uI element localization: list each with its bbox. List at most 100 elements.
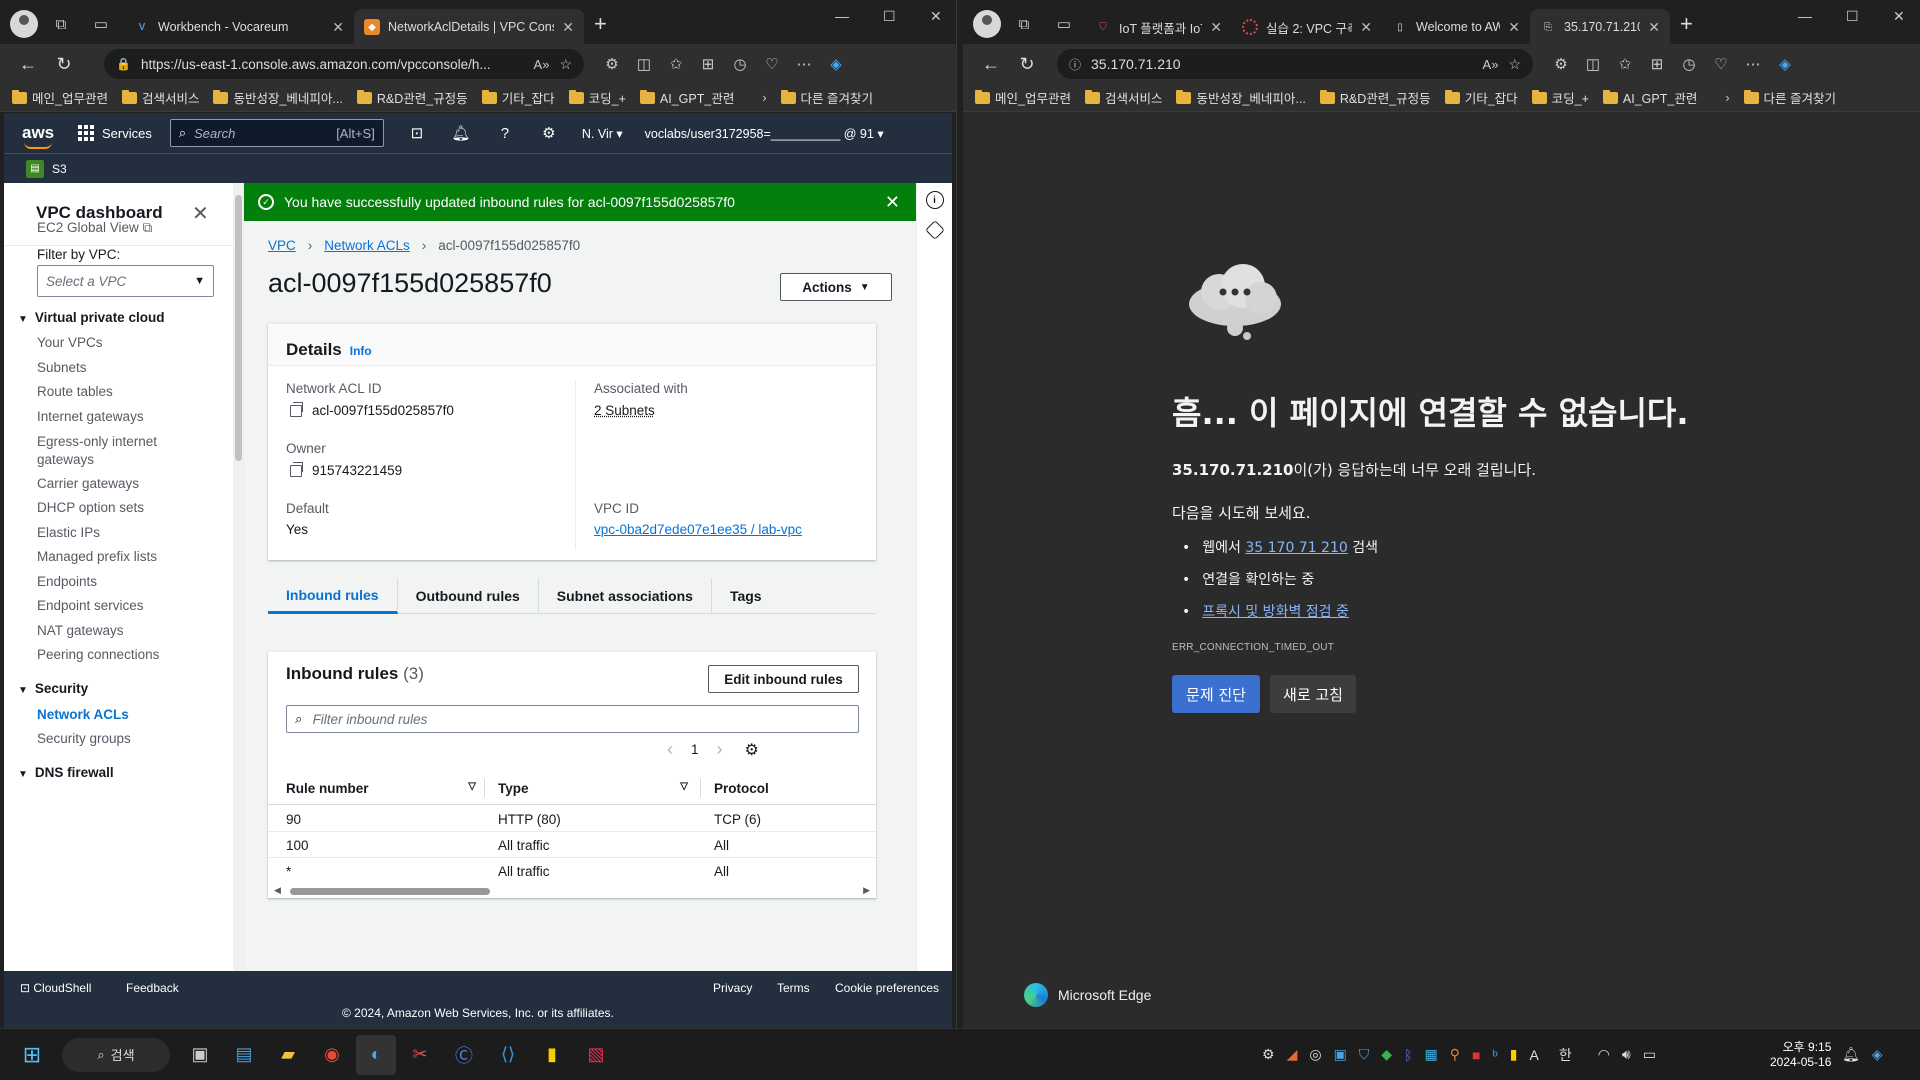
back-icon[interactable]: ← (973, 54, 1009, 75)
section-dns-firewall[interactable]: DNS firewall (18, 765, 114, 780)
tab-tags[interactable]: Tags (712, 578, 780, 614)
actions-button[interactable]: Actions ▼ (780, 273, 892, 301)
notepad-icon[interactable]: ▤ (224, 1035, 264, 1075)
tray-app-icon[interactable]: ▮ (1510, 1046, 1518, 1063)
tray-app-icon[interactable]: ◎ (1309, 1046, 1321, 1063)
proxy-firewall-link[interactable]: 프록시 및 방화벽 점검 중 (1202, 604, 1349, 620)
close-tab-icon[interactable]: ✕ (332, 19, 344, 36)
aws-search-input[interactable]: ⌕ Search [Alt+S] (169, 119, 384, 147)
scrollbar-thumb[interactable] (290, 888, 490, 895)
info-circle-icon[interactable]: ⓘ (1069, 56, 1081, 73)
previous-page-icon[interactable]: ‹ (667, 739, 673, 760)
tray-app-icon[interactable]: ᵇ (1492, 1047, 1497, 1063)
sidebar-item-nat-gateways[interactable]: NAT gateways (37, 623, 124, 638)
sidebar-item-security-groups[interactable]: Security groups (37, 731, 131, 746)
address-bar[interactable]: 🔒 https://us-east-1.console.aws.amazon.c… (104, 49, 584, 79)
sidenav-scrollbar[interactable] (233, 183, 243, 971)
bookmark-folder[interactable]: 동반성장_베네피아... (1176, 88, 1306, 107)
tutorial-icon[interactable] (924, 220, 945, 240)
bookmarks-overflow-chevron-icon[interactable]: › (762, 91, 766, 105)
bluetooth-icon[interactable]: ᛒ (1404, 1047, 1412, 1063)
info-panel-icon[interactable]: i (925, 191, 944, 209)
bookmark-folder[interactable]: 코딩_+ (1531, 88, 1589, 107)
bookmarks-overflow-chevron-icon[interactable]: › (1725, 91, 1729, 105)
cloudshell-link[interactable]: ⊡ CloudShell (20, 981, 91, 995)
region-selector[interactable]: N. Vir ▾ (582, 126, 623, 141)
split-screen-icon[interactable]: ◫ (628, 55, 660, 73)
workspaces-icon[interactable]: ⧉ (1007, 7, 1041, 41)
other-favorites-folder[interactable]: 다른 즐겨찾기 (1743, 88, 1836, 107)
sidebar-item-network-acls[interactable]: Network ACLs (37, 707, 129, 722)
task-view-icon[interactable]: ▣ (180, 1035, 220, 1075)
horizontal-scrollbar[interactable]: ◀ ▶ (268, 885, 876, 897)
tray-app-icon[interactable]: ⚲ (1450, 1046, 1460, 1063)
chrome-icon[interactable]: ◉ (312, 1035, 352, 1075)
table-settings-gear-icon[interactable]: ⚙ (745, 740, 759, 760)
favorite-star-icon[interactable]: ☆ (559, 56, 572, 73)
favorites-icon[interactable]: ✩ (1609, 55, 1641, 73)
page-number[interactable]: 1 (691, 742, 699, 757)
favorites-icon[interactable]: ✩ (660, 55, 692, 73)
tab-vpc-lab[interactable]: 실습 2: VPC 구축 ✕ (1232, 9, 1382, 45)
sidebar-item-route-tables[interactable]: Route tables (37, 384, 113, 399)
wifi-icon[interactable]: ◠ (1598, 1046, 1610, 1063)
diagnose-button[interactable]: 문제 진단 (1172, 675, 1260, 713)
windows-start-icon[interactable]: ⊞ (12, 1035, 52, 1075)
sidebar-item-carrier-gateways[interactable]: Carrier gateways (37, 476, 139, 491)
copilot-icon[interactable]: ◈ (820, 55, 852, 73)
profile-avatar[interactable] (973, 10, 1001, 38)
services-menu[interactable]: Services (78, 125, 152, 141)
breadcrumb-network-acls-link[interactable]: Network ACLs (324, 238, 410, 253)
more-menu-icon[interactable]: ⋯ (788, 55, 820, 73)
copilot-taskbar-icon[interactable]: ◈ (1872, 1046, 1883, 1063)
close-tab-icon[interactable]: ✕ (1210, 19, 1222, 36)
minimize-button[interactable]: — (835, 8, 849, 24)
column-type[interactable]: Type ▽ (498, 781, 688, 796)
minimize-button[interactable]: — (1798, 8, 1812, 24)
copilot-icon[interactable]: ◈ (1769, 55, 1801, 73)
new-tab-button[interactable]: + (594, 11, 607, 37)
close-window-button[interactable]: ✕ (930, 8, 942, 25)
info-link[interactable]: Info (350, 344, 372, 358)
other-favorites-folder[interactable]: 다른 즐겨찾기 (780, 88, 873, 107)
app-c-icon[interactable]: Ⓒ (444, 1035, 484, 1075)
close-window-button[interactable]: ✕ (1893, 8, 1905, 25)
performance-icon[interactable]: ♡ (756, 55, 788, 73)
dismiss-close-icon[interactable]: ✕ (885, 192, 900, 213)
notification-bell-icon[interactable]: 🔔︎ (1842, 1046, 1860, 1063)
refresh-icon[interactable]: ↻ (1009, 54, 1045, 75)
tray-app-icon[interactable]: ⛉ (1359, 1046, 1370, 1063)
tab-actions-icon[interactable]: ▭ (1047, 7, 1081, 41)
battery-icon[interactable]: ▭ (1643, 1046, 1656, 1063)
bookmark-folder[interactable]: 메인_업무관련 (975, 88, 1071, 107)
file-explorer-icon[interactable]: ▰ (268, 1035, 308, 1075)
edit-inbound-rules-button[interactable]: Edit inbound rules (708, 665, 859, 693)
associated-subnets-link[interactable]: 2 Subnets (594, 403, 655, 418)
bookmark-folder[interactable]: AI_GPT_관련 (1602, 88, 1697, 107)
maximize-button[interactable]: ☐ (1846, 8, 1859, 25)
edge-taskbar-icon[interactable]: ◐ (356, 1034, 396, 1075)
taskbar-clock[interactable]: 오후 9:15 2024-05-16 (1770, 1040, 1831, 1070)
split-screen-icon[interactable]: ◫ (1577, 55, 1609, 73)
sidebar-item-managed-prefix-lists[interactable]: Managed prefix lists (37, 549, 157, 564)
tray-app-icon[interactable]: ⚙ (1262, 1046, 1275, 1063)
aws-logo[interactable]: aws (22, 123, 58, 149)
close-icon[interactable]: ✕ (192, 201, 209, 226)
close-tab-icon[interactable]: ✕ (1648, 19, 1660, 36)
tray-app-icon[interactable]: ▦ (1424, 1046, 1437, 1063)
workspaces-icon[interactable]: ⧉ (44, 7, 78, 41)
s3-favorite-label[interactable]: S3 (52, 162, 67, 176)
history-icon[interactable]: ◷ (1673, 55, 1705, 73)
sidebar-item-egress-only-gateways[interactable]: Egress-only internet gateways (37, 433, 177, 469)
vpc-id-link[interactable]: vpc-0ba2d7ede07e1ee35 / lab-vpc (594, 522, 802, 537)
account-menu[interactable]: voclabs/user3172958=__________ @ 91 ▾ (645, 126, 884, 141)
read-aloud-icon[interactable]: A» (534, 57, 550, 72)
column-rule-number[interactable]: Rule number ▽ (286, 781, 476, 796)
column-protocol[interactable]: Protocol (714, 781, 769, 796)
app-red-icon[interactable]: ▧ (576, 1035, 616, 1075)
maximize-button[interactable]: ☐ (883, 8, 896, 25)
sidebar-item-endpoints[interactable]: Endpoints (37, 574, 97, 589)
kakaotalk-icon[interactable]: ▮ (532, 1035, 572, 1075)
bookmark-folder[interactable]: 기타_잡다 (1444, 88, 1518, 107)
vpc-filter-select[interactable]: Select a VPC ▼ (37, 265, 214, 297)
